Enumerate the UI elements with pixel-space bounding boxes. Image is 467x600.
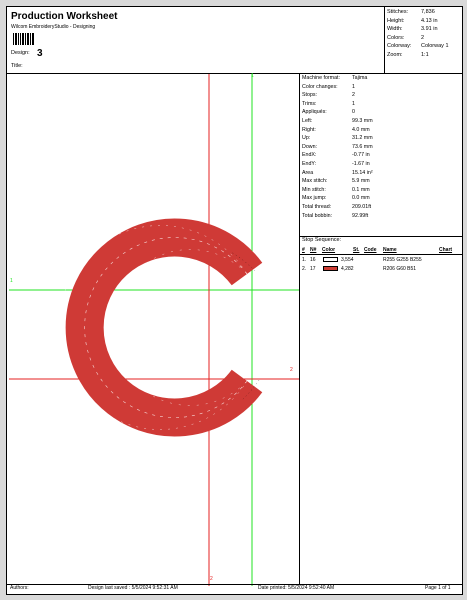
col-chart: Chart	[439, 247, 453, 253]
stat-row: Width: 3.91 in	[387, 26, 438, 32]
info-row: Min stitch: 0.1 mm	[302, 186, 370, 193]
marker-1-top: 1	[251, 73, 254, 79]
info-row: Color changes: 1	[302, 83, 355, 90]
info-row: Max jump: 0.0 mm	[302, 195, 370, 202]
last-saved: Design last saved : 5/5/2024 9:52:31 AM	[88, 585, 178, 591]
worksheet-page: Production Worksheet Wilcom EmbroiderySt…	[6, 6, 463, 595]
info-row: Right: 4.0 mm	[302, 126, 370, 133]
design-number: 3	[37, 48, 43, 59]
col-st: St.	[353, 247, 360, 253]
date-printed: Date printed: 5/5/2024 9:52:40 AM	[258, 585, 335, 591]
col-num: #	[302, 247, 305, 253]
embroidery-c-shape	[57, 218, 263, 437]
info-row: Stops: 2	[302, 92, 355, 99]
info-row: Down: 73.6 mm	[302, 143, 373, 150]
stop-row: 1. 16 3,554 R255 G255 B255	[302, 257, 422, 263]
color-swatch	[323, 257, 338, 262]
info-row: Trims: 1	[302, 100, 355, 107]
info-row: Machine format: Tajima	[302, 75, 368, 81]
stop-row: 2. 17 4,282 R206 G60 B51	[302, 266, 417, 272]
authors-label: Authors:	[10, 585, 29, 591]
stop-header-rule	[300, 254, 462, 255]
col-color: Color	[322, 247, 336, 253]
page-number: Page 1 of 1	[425, 585, 451, 591]
info-row: Area 15.14 in²	[302, 169, 373, 176]
marker-2-bottom: 2	[210, 576, 213, 582]
stats-panel: Stitches: 7,836 Height: 4.13 in Width: 3.91…	[385, 9, 463, 73]
stat-row: Stitches: 7,836	[387, 9, 435, 15]
col-name: Name	[383, 247, 397, 253]
design-label: Design:	[11, 50, 30, 56]
info-row: Up: 31.2 mm	[302, 135, 373, 142]
color-swatch	[323, 266, 338, 271]
stop-sequence-label: Stop Sequence:	[302, 237, 342, 243]
title-label: Title:	[11, 63, 23, 69]
worksheet-title: Production Worksheet	[11, 11, 118, 22]
design-canvas	[9, 74, 299, 586]
stat-row: Height: 4.13 in	[387, 17, 438, 24]
col-n: N#	[310, 247, 317, 253]
marker-1-left: 1	[10, 278, 13, 284]
footer-rule	[7, 584, 462, 585]
col-code: Code	[364, 247, 377, 253]
machine-info-panel: Machine format: Tajima Color changes: 1 St…	[300, 75, 462, 235]
info-row: Max stitch: 5.9 mm	[302, 178, 370, 185]
stat-row: Zoom: 1:1	[387, 51, 429, 58]
marker-2-right: 2	[290, 367, 293, 373]
stop-sequence-table: 1. 16 3,554 R255 G255 B255 2. 17 4,282 R…	[300, 257, 462, 275]
info-row: Left: 99.3 mm	[302, 118, 373, 124]
worksheet-subtitle: Wilcom EmbroideryStudio - Designing	[11, 24, 96, 30]
info-row: EndY: -1.67 in	[302, 161, 370, 167]
info-row: Appliqués: 0	[302, 109, 355, 116]
barcode-icon	[13, 33, 34, 45]
stat-row: Colorway: Colorway 1	[387, 43, 449, 49]
stat-row: Colors: 2	[387, 34, 425, 41]
info-row: Total thread: 209.01ft	[302, 204, 372, 210]
info-row: EndX: -0.77 in	[302, 152, 370, 159]
info-row: Total bobbin: 92.99ft	[302, 212, 369, 219]
